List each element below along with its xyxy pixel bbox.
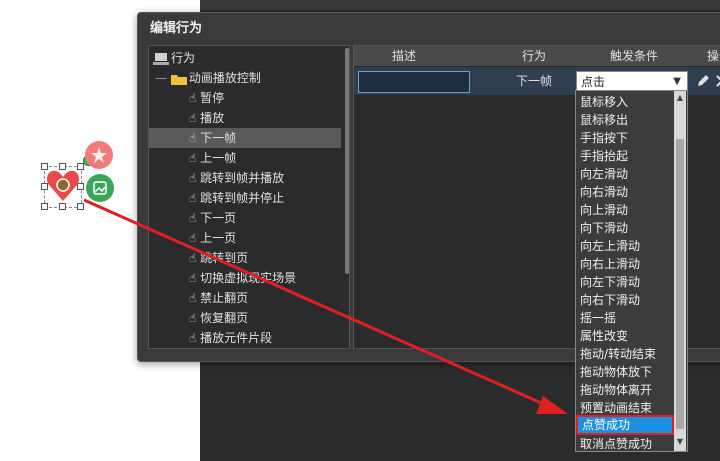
editor-top-bar [200,0,720,10]
hand-pointer-icon: ☝ [189,271,201,285]
tree-item-label: 播放元件片段 [200,331,273,345]
dropdown-option[interactable]: 取消点赞成功 [576,435,674,451]
hand-pointer-icon: ☝ [189,331,201,345]
trigger-select[interactable]: 点击 ▼ [576,71,688,91]
tree-item-prev-frame[interactable]: ☝ 上一帧 [189,148,236,168]
dropdown-option[interactable]: 向下滑动 [576,219,674,237]
dropdown-option[interactable]: 向右下滑动 [576,291,674,309]
dropdown-option[interactable]: 鼠标移出 [576,111,674,129]
dropdown-option[interactable]: 手指按下 [576,129,674,147]
tree-item-label: 跳转到帧并停止 [200,191,285,205]
tree-item-label: 恢复翻页 [200,311,249,325]
pencil-icon[interactable] [695,73,711,89]
hand-pointer-icon: ☝ [189,131,201,145]
hand-pointer-icon: ☝ [189,231,201,245]
tree-item-goto-page[interactable]: ☝ 跳转到页 [189,248,248,268]
resize-handle[interactable] [59,203,66,210]
tree-item-label: 上一帧 [200,151,237,165]
dropdown-option[interactable]: 鼠标移入 [576,93,674,111]
dropdown-option[interactable]: 向上滑动 [576,201,674,219]
hand-pointer-icon: ☝ [189,171,201,185]
folder-icon [170,74,187,85]
tree-item-label: 跳转到页 [200,251,249,265]
close-icon[interactable] [714,73,720,89]
heart-icon[interactable] [46,167,80,203]
hand-pointer-icon: ☝ [189,251,201,265]
scroll-thumb[interactable] [676,139,684,429]
dropdown-option[interactable]: 向左上滑动 [576,237,674,255]
dropdown-option[interactable]: 向左滑动 [576,165,674,183]
tree-item-label: 暂停 [200,91,225,105]
tree-item-label: 播放 [200,111,225,125]
hand-pointer-icon: ☝ [189,151,201,165]
tree-item-label: 禁止翻页 [200,291,249,305]
scroll-down-icon[interactable]: ▼ [674,435,686,449]
header-action: 行为 [521,49,546,63]
star-icon[interactable] [85,141,113,169]
resize-handle[interactable] [41,203,48,210]
dialog-title: 编辑行为 [150,21,203,36]
tree-item-label: 下一帧 [200,131,237,145]
dropdown-option[interactable]: 向右滑动 [576,183,674,201]
table-header: 描述 行为 触发条件 操作 [354,46,720,66]
tree-item-label: 上一页 [200,231,237,245]
header-trigger: 触发条件 [609,49,658,63]
tree-item-next-frame[interactable]: ☝ 下一帧 [149,128,341,148]
header-ops: 操作 [706,49,720,63]
resize-handle[interactable] [77,203,84,210]
tree-item-play-clip[interactable]: ☝ 播放元件片段 [189,328,272,348]
tree-folder[interactable]: — 动画播放控制 [155,68,261,88]
dropdown-scrollbar[interactable]: ▲ ▼ [674,91,686,451]
dropdown-option[interactable]: 向右上滑动 [576,255,674,273]
tree-root[interactable]: 行为 [153,48,195,68]
hand-pointer-icon: ☝ [189,211,201,225]
trigger-dropdown: 鼠标移入 鼠标移出 手指按下 手指抬起 向左滑动 向右滑动 向上滑动 向下滑动 … [575,90,688,452]
hand-pointer-icon: ☝ [189,111,201,125]
dropdown-option[interactable]: 属性改变 [576,327,674,345]
dropdown-option[interactable]: 拖动物体放下 [576,363,674,381]
dropdown-option[interactable]: 向左下滑动 [576,273,674,291]
tree-item-disable-flip[interactable]: ☝ 禁止翻页 [189,288,248,308]
tree-item-goto-play[interactable]: ☝ 跳转到帧并播放 [189,168,284,188]
tree-item-switch-vr[interactable]: ☝ 切换虚拟现实场景 [189,268,296,288]
hand-pointer-icon: ☝ [189,191,201,205]
action-cell: 下一帧 [515,74,552,88]
hand-pointer-icon: ☝ [189,291,201,305]
tree-scrollbar[interactable] [345,48,349,274]
image-icon[interactable] [86,174,114,202]
tree-item-label: 跳转到帧并播放 [200,171,285,185]
scroll-up-icon[interactable]: ▲ [674,91,686,105]
desc-input[interactable] [358,71,470,93]
dropdown-option[interactable]: 摇一摇 [576,309,674,327]
tree-item-goto-stop[interactable]: ☝ 跳转到帧并停止 [189,188,284,208]
dropdown-option[interactable]: 手指抬起 [576,147,674,165]
chevron-down-icon: ▼ [673,76,681,87]
dropdown-option[interactable]: 拖动/转动结束 [576,345,674,363]
tree-item-play[interactable]: ☝ 播放 [189,108,224,128]
tree-item-pause[interactable]: ☝ 暂停 [189,88,224,108]
tree-item-label: 下一页 [200,211,237,225]
tree-item-label: 切换虚拟现实场景 [200,271,297,285]
tree-folder-label: 动画播放控制 [188,71,261,85]
dropdown-option-highlighted[interactable]: 点赞成功 [576,415,674,435]
hand-pointer-icon: ☝ [189,91,201,105]
computer-icon [153,52,169,65]
header-desc: 描述 [391,49,416,63]
tree-root-label: 行为 [171,51,196,65]
hand-pointer-icon: ☝ [189,311,201,325]
trigger-value: 点击 [581,75,606,89]
tree-item-prev-page[interactable]: ☝ 上一页 [189,228,236,248]
behavior-tree: 行为 — 动画播放控制 ☝ 暂停 ☝ 播放 ☝ 下一帧 ☝ 上一帧 ☝ 跳转到帧… [148,45,350,349]
dropdown-option[interactable]: 拖动物体离开 [576,381,674,399]
tree-item-restore-flip[interactable]: ☝ 恢复翻页 [189,308,248,328]
tree-item-next-page[interactable]: ☝ 下一页 [189,208,236,228]
